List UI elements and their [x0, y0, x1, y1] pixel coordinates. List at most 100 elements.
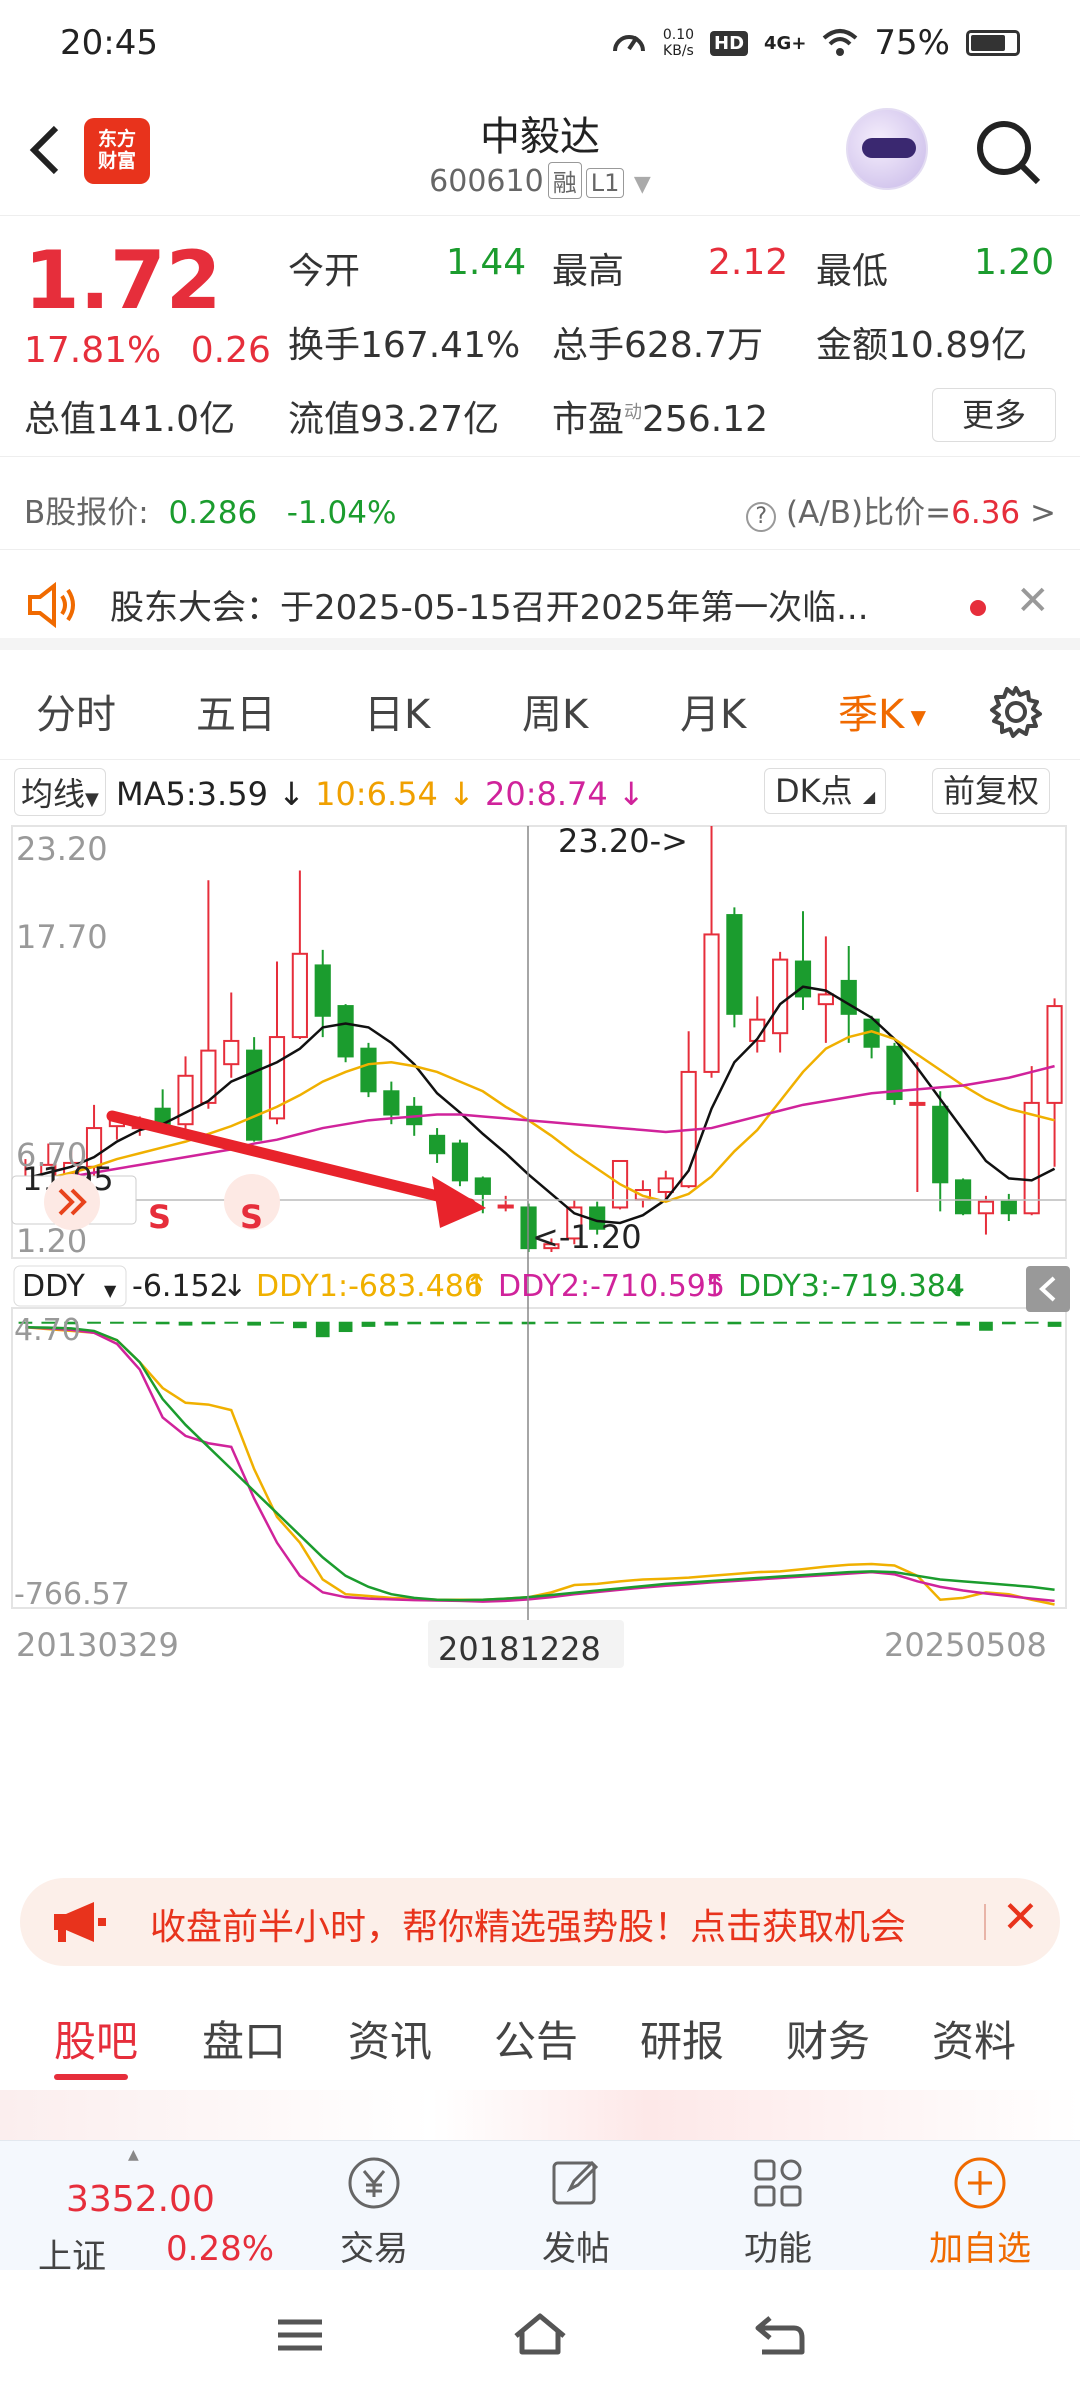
tab-news[interactable]: 资讯 [348, 2008, 432, 2069]
quote-panel: 1.72 17.81% 0.26 今开 1.44 最高 2.12 最低 1.20 换手… [0, 216, 1080, 456]
ddy-bar [567, 1321, 582, 1324]
ddy3-value: DDY3:-719.384 [738, 1269, 965, 1304]
sell-signal-2[interactable]: S [240, 1198, 263, 1236]
ma-select[interactable]: 均线▼ [14, 768, 106, 816]
speedometer-icon [612, 35, 645, 52]
stock-code-row[interactable]: 600610 融 L1 ▼ [300, 162, 780, 199]
dk-point-button[interactable]: DK点 ◢ [764, 768, 887, 814]
mktcap-value: 141.0亿 [96, 399, 236, 440]
indicator-axis-top: 4.70 [14, 1313, 81, 1348]
collapse-panel-button[interactable] [1026, 1266, 1070, 1312]
tab-daily-k[interactable]: 日K [364, 682, 430, 740]
date-axis-right: 20250508 [884, 1626, 1047, 1664]
candle-body [840, 979, 857, 1015]
min-price-marker: <-1.20 [532, 1218, 642, 1256]
candlestick-chart[interactable]: 23.20 17.70 6.70 1.20 11.95 23.20-> <-1.… [0, 820, 1080, 1850]
back-arrow-icon[interactable] [22, 120, 72, 180]
candle-body [954, 1179, 972, 1215]
candle-body [772, 958, 789, 1035]
ddy-bar [590, 1321, 605, 1324]
stock-code: 600610 [429, 164, 544, 199]
unread-dot [970, 600, 986, 616]
tab-quarterly-k[interactable]: 季K ▼ [838, 682, 926, 740]
ddy-bar [887, 1321, 902, 1324]
tab-weekly-k[interactable]: 周K [522, 682, 588, 740]
more-button[interactable]: 更多 [932, 388, 1056, 442]
svg-text:↑: ↑ [702, 1269, 727, 1304]
b-share-row[interactable]: B股报价: 0.286 -1.04% ? (A/B)比价=6.36 > [0, 456, 1080, 550]
turnover-value: 167.41% [360, 325, 521, 366]
add-watchlist-button[interactable]: 加自选 [900, 2151, 1060, 2270]
tab-profile[interactable]: 资料 [932, 2008, 1016, 2069]
ddy-bar [270, 1321, 284, 1324]
logo-line1: 东方 [97, 128, 136, 150]
candle-body [337, 1005, 354, 1058]
tab-announcements[interactable]: 公告 [494, 2008, 578, 2069]
ddy-bar [796, 1321, 810, 1324]
change-percent: 17.81% [24, 330, 162, 371]
megaphone-icon [54, 1902, 106, 1942]
index-percent: 0.28% [166, 2229, 275, 2269]
kline-chart-area[interactable]: 均线▼ MA5:3.59 ↓ 10:6.54 ↓ 20:8.74 ↓ DK点 ◢… [0, 760, 1080, 1850]
ddy-bar [1047, 1321, 1062, 1327]
ddy2-value: DDY2:-710.595 [498, 1269, 725, 1304]
trade-button[interactable]: 交易 [294, 2151, 454, 2270]
candle-body [314, 964, 331, 1017]
ab-ratio-label: (A/B)比价= [786, 495, 952, 531]
open-item: 今开 1.44 [288, 242, 526, 294]
tab-research[interactable]: 研报 [640, 2008, 724, 2069]
tab-quarterly-label: 季K [838, 692, 905, 738]
tab-pankou[interactable]: 盘口 [202, 2008, 286, 2069]
tab-finance[interactable]: 财务 [786, 2008, 870, 2069]
float-item: 流值93.27亿 [288, 390, 499, 442]
fast-forward-icon[interactable] [44, 1174, 100, 1230]
ddy-bar [201, 1321, 216, 1325]
ddy-bar [132, 1321, 147, 1324]
tab-guba[interactable]: 股吧 [54, 2008, 138, 2069]
ddy-bar [361, 1321, 376, 1327]
candle-body [177, 1074, 194, 1126]
ddy-bar [430, 1321, 444, 1325]
pe-item: 市盈动256.12 [552, 390, 768, 442]
close-icon[interactable]: ✕ [1016, 578, 1050, 624]
search-icon[interactable] [972, 116, 1044, 188]
function-button[interactable]: 功能 [698, 2151, 858, 2270]
ddy-bar [704, 1321, 719, 1324]
sell-signal-1[interactable]: S [148, 1198, 171, 1236]
system-nav-bar [0, 2270, 1080, 2400]
ddy-bar [933, 1321, 948, 1324]
post-button[interactable]: 发帖 [496, 2151, 656, 2270]
adjust-button[interactable]: 前复权 [932, 768, 1051, 814]
candle-body [1023, 1101, 1040, 1215]
date-axis-crosshair: 20181228 [438, 1630, 601, 1668]
menu-icon[interactable] [270, 2310, 330, 2360]
max-price-marker: 23.20-> [558, 822, 688, 860]
candle-body [1046, 1005, 1063, 1104]
promo-divider [984, 1904, 986, 1940]
high-item: 最高 2.12 [552, 242, 788, 294]
back-icon[interactable] [750, 2310, 810, 2360]
candle-body [428, 1134, 446, 1155]
promo-banner[interactable]: 收盘前半小时，帮你精选强势股！点击获取机会 ✕ [20, 1878, 1060, 1966]
app-logo[interactable]: 东方 财富 [84, 118, 150, 184]
assistant-avatar[interactable] [846, 108, 928, 190]
low-label: 最低 [816, 251, 889, 292]
tab-five-day[interactable]: 五日 [196, 682, 276, 740]
ddy-bar [956, 1321, 970, 1326]
help-icon[interactable]: ? [746, 502, 777, 532]
ddy-bar [407, 1321, 422, 1325]
home-icon[interactable] [510, 2310, 570, 2360]
ddy-bar [475, 1321, 490, 1324]
content-preview [0, 2090, 1080, 2140]
mktcap-label: 总值 [24, 399, 97, 440]
tab-monthly-k[interactable]: 月K [680, 682, 746, 740]
announcement-bar[interactable]: 股东大会：于2025-05-15召开2025年第一次临... ✕ [0, 560, 1080, 650]
settings-gear-icon[interactable] [988, 684, 1044, 740]
tab-intraday[interactable]: 分时 [36, 682, 116, 740]
amount-value: 10.89亿 [888, 325, 1028, 366]
battery-icon [966, 30, 1020, 56]
edit-icon [552, 2160, 599, 2205]
candle-body [817, 993, 834, 1006]
ddy-bar [636, 1321, 650, 1324]
close-promo-icon[interactable]: ✕ [1002, 1892, 1039, 1943]
